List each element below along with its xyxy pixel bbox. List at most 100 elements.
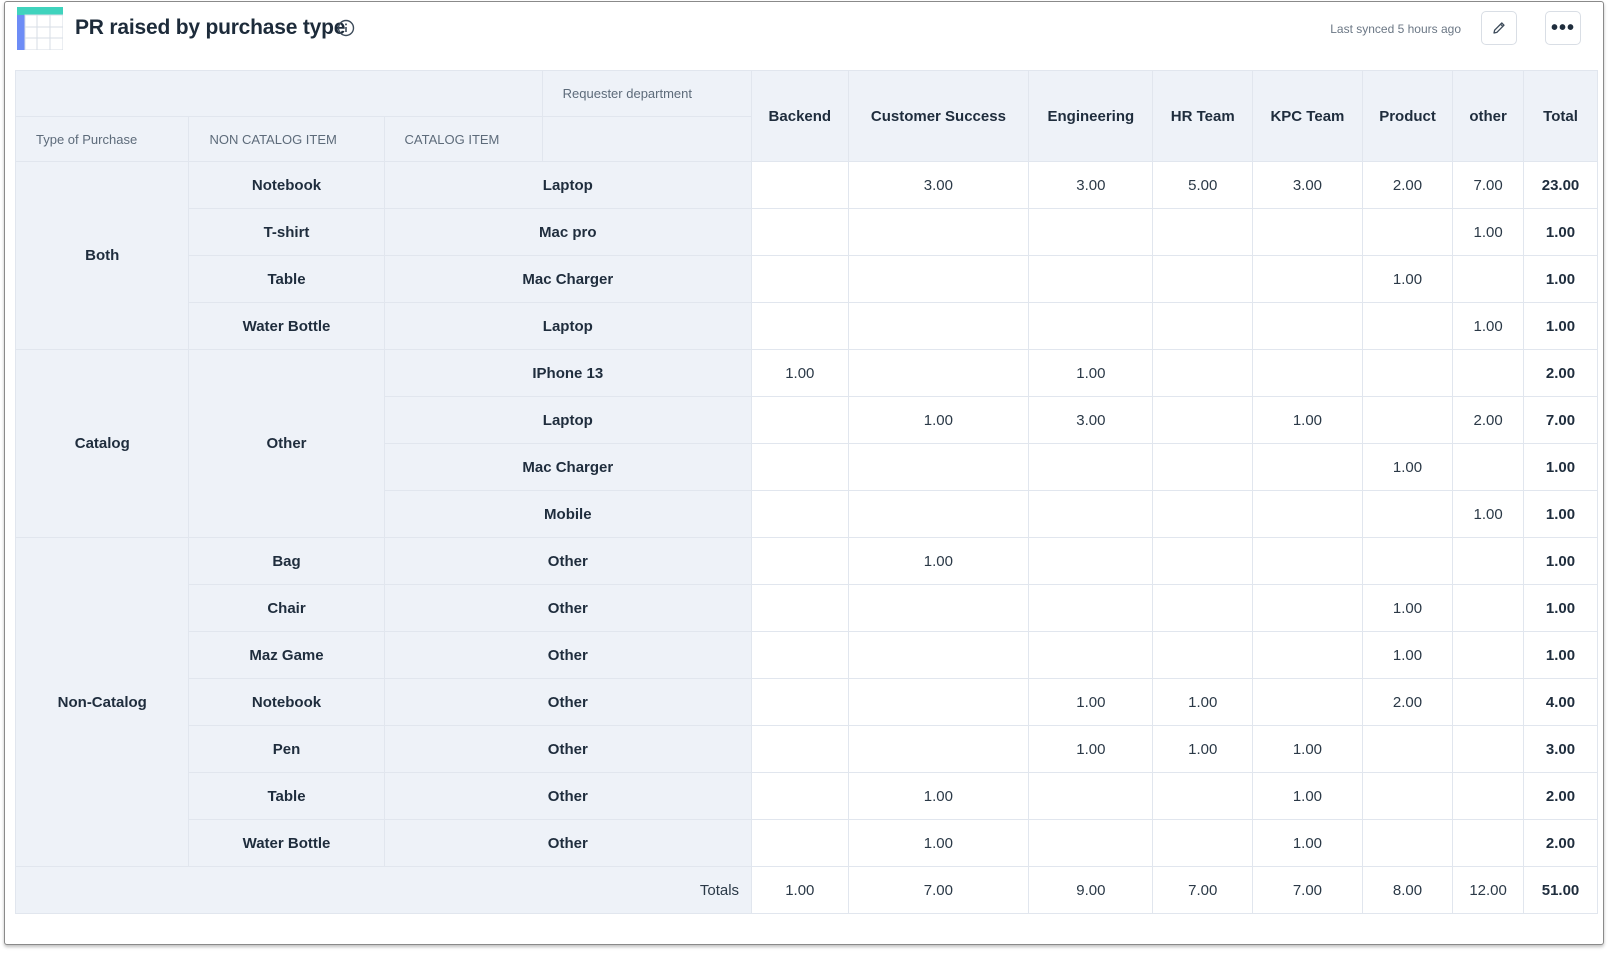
page-title: PR raised by purchase type — [75, 16, 346, 39]
value-cell — [847, 349, 1030, 397]
last-synced-text: Last synced 5 hours ago — [1330, 22, 1461, 36]
row-total-cell: 1.00 — [1523, 255, 1598, 303]
value-cell — [847, 631, 1030, 679]
value-cell: 1.00 — [1361, 255, 1454, 303]
row-total-cell: 3.00 — [1523, 725, 1598, 773]
value-cell — [1152, 396, 1254, 444]
value-cell: 3.00 — [847, 161, 1030, 209]
value-cell — [1361, 302, 1454, 350]
catalog-item-cell: Other — [383, 772, 753, 820]
value-cell — [751, 584, 849, 632]
value-cell — [1361, 772, 1454, 820]
value-cell: 1.00 — [1361, 584, 1454, 632]
value-cell — [1028, 537, 1154, 585]
column-header[interactable]: Customer Success — [847, 70, 1030, 162]
catalog-item-cell: Other — [383, 819, 753, 867]
value-cell — [751, 208, 849, 256]
value-cell — [1028, 584, 1154, 632]
column-header[interactable]: Total — [1523, 70, 1598, 162]
table-row: T-shirt Mac pro 1.00 1.00 — [16, 208, 1598, 256]
table-row: Maz Game Other 1.00 1.00 — [16, 631, 1598, 679]
value-cell — [751, 302, 849, 350]
table-row: Table Other 1.00 1.00 2.00 — [16, 772, 1598, 820]
value-cell — [847, 443, 1030, 491]
value-cell — [1152, 819, 1254, 867]
value-cell — [1028, 631, 1154, 679]
value-cell — [751, 772, 849, 820]
non-catalog-item-cell: Table — [188, 772, 385, 820]
column-header[interactable]: KPC Team — [1252, 70, 1363, 162]
column-header[interactable]: Backend — [751, 70, 849, 162]
value-cell — [1028, 208, 1154, 256]
value-cell — [1252, 302, 1363, 350]
row-header-label[interactable]: CATALOG ITEM — [383, 116, 543, 162]
value-cell: 1.00 — [1028, 725, 1154, 773]
column-header[interactable]: other — [1452, 70, 1525, 162]
value-cell: 1.00 — [1361, 443, 1454, 491]
table-row: Chair Other 1.00 1.00 — [16, 584, 1598, 632]
value-cell — [1252, 584, 1363, 632]
value-cell — [1361, 725, 1454, 773]
requester-department-label: Requester department — [541, 70, 753, 117]
value-cell: 3.00 — [1028, 396, 1154, 444]
value-cell — [1252, 255, 1363, 303]
ellipsis-icon: ••• — [1550, 17, 1575, 39]
row-total-cell: 2.00 — [1523, 819, 1598, 867]
value-cell: 2.00 — [1361, 161, 1454, 209]
value-cell: 1.00 — [847, 819, 1030, 867]
row-total-cell: 2.00 — [1523, 349, 1598, 397]
column-total-cell: 7.00 — [847, 866, 1030, 914]
row-header-label[interactable]: NON CATALOG ITEM — [188, 116, 385, 162]
column-total-cell: 9.00 — [1028, 866, 1154, 914]
value-cell — [751, 255, 849, 303]
value-cell — [751, 490, 849, 538]
column-header[interactable]: Product — [1361, 70, 1454, 162]
column-header[interactable]: HR Team — [1152, 70, 1254, 162]
totals-row: Totals 1.00 7.00 9.00 7.00 7.00 8.00 12.00 51.00 — [14, 866, 1598, 914]
table-row: Notebook Other 1.00 1.00 2.00 4.00 — [16, 678, 1598, 726]
row-total-cell: 4.00 — [1523, 678, 1598, 726]
catalog-item-cell: Mac Charger — [383, 255, 753, 303]
info-icon[interactable] — [337, 19, 355, 37]
value-cell — [1361, 819, 1454, 867]
non-catalog-item-cell: Bag — [188, 537, 385, 585]
value-cell — [847, 208, 1030, 256]
catalog-item-cell: Mac pro — [383, 208, 753, 256]
table-row: Both Notebook Laptop 3.00 3.00 5.00 3.00 2.00 7.… — [14, 161, 1598, 350]
value-cell — [1028, 302, 1154, 350]
more-options-button[interactable]: ••• — [1545, 11, 1581, 45]
catalog-item-cell: Laptop — [383, 302, 753, 350]
column-header[interactable]: Engineering — [1028, 70, 1154, 162]
value-cell — [847, 678, 1030, 726]
value-cell — [1152, 537, 1254, 585]
value-cell: 1.00 — [1452, 490, 1525, 538]
edit-button[interactable] — [1481, 11, 1517, 45]
catalog-item-cell: Other — [383, 678, 753, 726]
table-row: Non-Catalog Bag Other 1.00 1.00 — [14, 537, 1598, 867]
value-cell — [751, 819, 849, 867]
value-cell — [1152, 584, 1254, 632]
value-cell — [1361, 208, 1454, 256]
header-blank — [541, 116, 753, 162]
value-cell — [1252, 678, 1363, 726]
value-cell — [1028, 255, 1154, 303]
value-cell — [1152, 255, 1254, 303]
value-cell: 1.00 — [1252, 396, 1363, 444]
value-cell — [1452, 584, 1525, 632]
row-total-cell: 1.00 — [1523, 490, 1598, 538]
row-header-label[interactable]: Type of Purchase — [14, 116, 190, 162]
value-cell — [1452, 537, 1525, 585]
value-cell: 1.00 — [1361, 631, 1454, 679]
value-cell: 1.00 — [751, 349, 849, 397]
value-cell: 1.00 — [1252, 772, 1363, 820]
value-cell: 2.00 — [1452, 396, 1525, 444]
value-cell — [1028, 772, 1154, 820]
non-catalog-item-cell: Other — [188, 349, 385, 538]
row-total-cell: 2.00 — [1523, 772, 1598, 820]
catalog-item-cell: Other — [383, 725, 753, 773]
grand-total-cell: 51.00 — [1523, 866, 1598, 914]
value-cell — [751, 725, 849, 773]
value-cell: 1.00 — [847, 537, 1030, 585]
column-total-cell: 7.00 — [1252, 866, 1363, 914]
row-total-cell: 7.00 — [1523, 396, 1598, 444]
